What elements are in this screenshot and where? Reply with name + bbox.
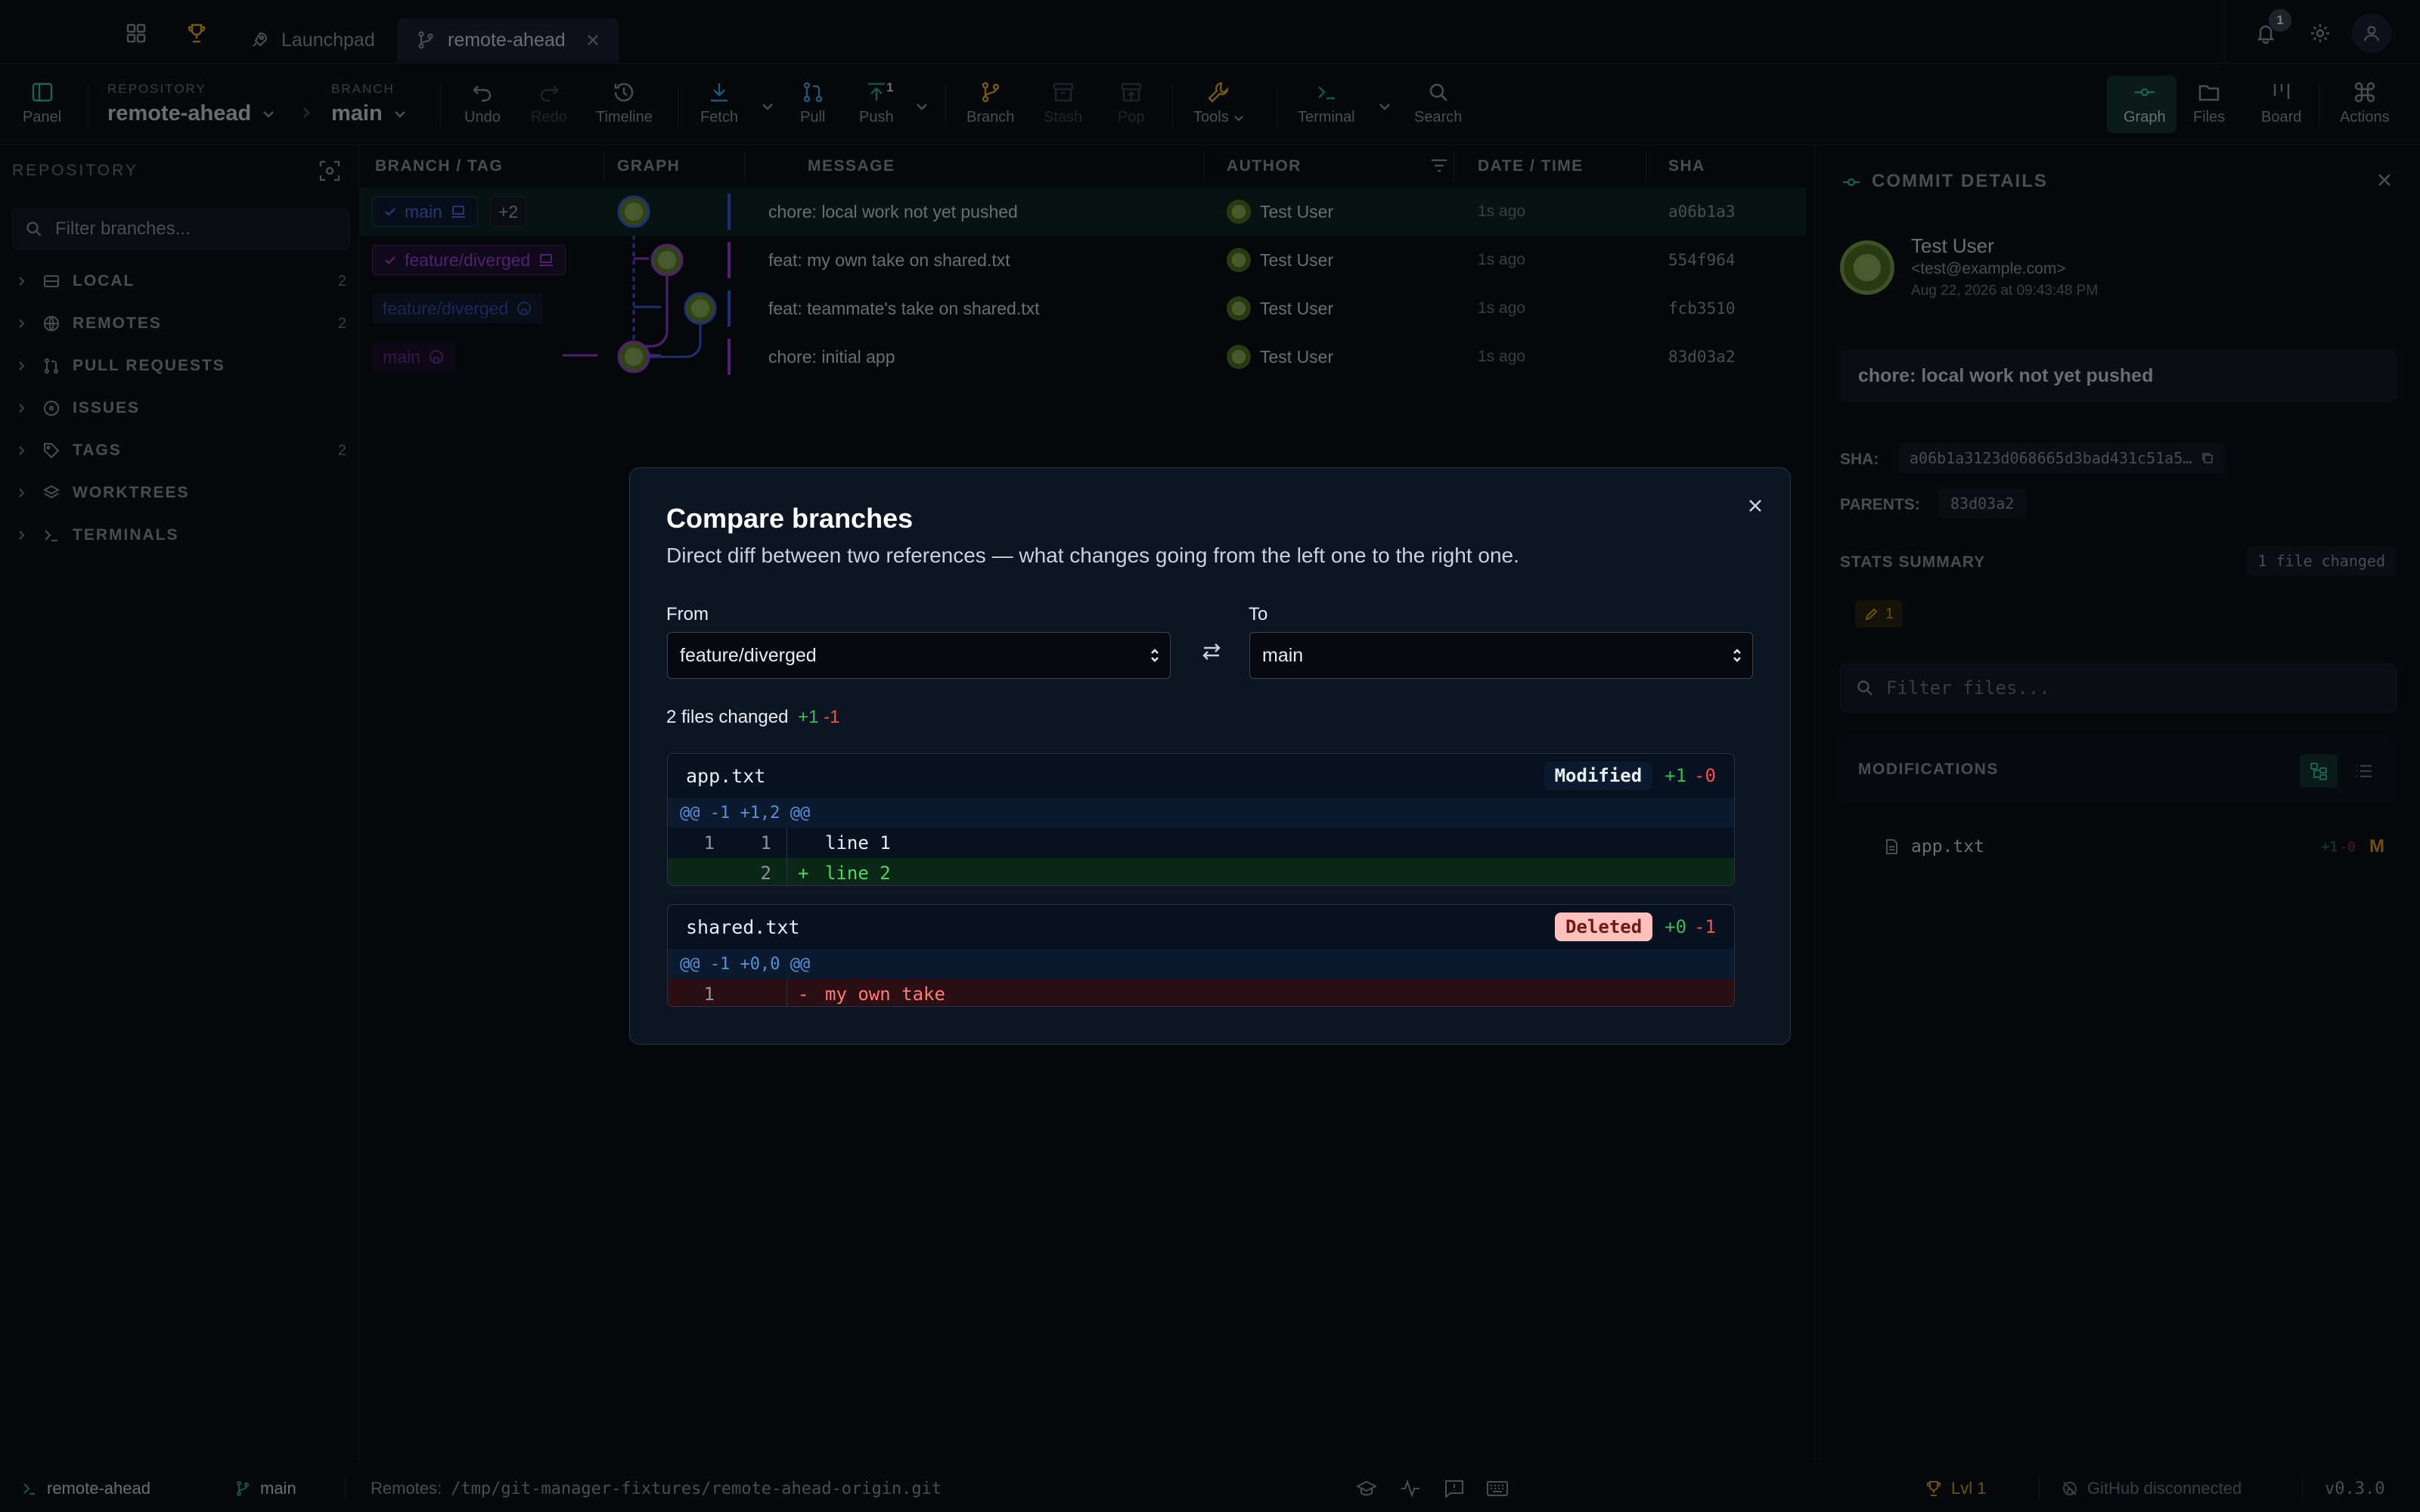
to-label: To xyxy=(1249,604,1268,624)
file-diff-shared-txt: shared.txt Deleted +0 -1 @@ -1 +0,0 @@ 1… xyxy=(667,904,1735,1007)
diff-deletions: -1 xyxy=(1694,916,1716,937)
diff-additions: +1 xyxy=(1665,765,1687,786)
diff-summary: 2 files changed +1 -1 xyxy=(666,707,840,728)
to-branch-value: main xyxy=(1262,644,1304,666)
new-line-number xyxy=(725,979,787,1006)
diff-line-context: 1 1 line 1 xyxy=(668,828,1734,858)
swap-icon[interactable] xyxy=(1200,640,1223,663)
diff-file-name: shared.txt xyxy=(686,916,800,938)
old-line-number: 1 xyxy=(703,984,715,1005)
diff-status-badge: Modified xyxy=(1544,761,1653,790)
file-diff-header[interactable]: shared.txt Deleted +0 -1 xyxy=(668,905,1734,949)
from-branch-select[interactable]: feature/diverged xyxy=(667,632,1171,679)
from-label: From xyxy=(666,604,709,624)
diff-line-text: line 1 xyxy=(825,832,891,854)
dialog-subtitle: Direct diff between two references — wha… xyxy=(666,544,1519,567)
diff-sign: + xyxy=(798,863,809,884)
new-line-number: 2 xyxy=(725,858,787,885)
hunk-header: @@ -1 +0,0 @@ xyxy=(668,949,1734,979)
diff-line-text: my own take xyxy=(825,984,945,1005)
diff-sign xyxy=(798,832,810,854)
from-branch-value: feature/diverged xyxy=(680,644,817,666)
dialog-title: Compare branches xyxy=(666,503,914,534)
diff-line-removed: 1 - my own take xyxy=(668,979,1734,1006)
select-arrows-icon xyxy=(1731,646,1743,665)
diff-sign: - xyxy=(798,984,809,1005)
old-line-number: 1 xyxy=(703,832,715,854)
close-dialog-icon[interactable] xyxy=(1745,495,1766,516)
to-branch-select[interactable]: main xyxy=(1249,632,1753,679)
summary-additions: +1 xyxy=(798,707,819,727)
hunk-header: @@ -1 +1,2 @@ xyxy=(668,798,1734,828)
diff-additions: +0 xyxy=(1665,916,1687,937)
select-arrows-icon xyxy=(1149,646,1161,665)
summary-deletions: -1 xyxy=(824,707,840,727)
summary-text: 2 files changed xyxy=(666,707,789,727)
diff-line-added: 2 + line 2 xyxy=(668,858,1734,885)
file-diff-header[interactable]: app.txt Modified +1 -0 xyxy=(668,754,1734,798)
file-diff-app-txt: app.txt Modified +1 -0 @@ -1 +1,2 @@ 1 1… xyxy=(667,753,1735,886)
new-line-number: 1 xyxy=(725,828,787,858)
diff-deletions: -0 xyxy=(1694,765,1716,786)
diff-file-name: app.txt xyxy=(686,764,766,787)
diff-line-text: line 2 xyxy=(825,863,891,884)
diff-status-badge: Deleted xyxy=(1555,912,1653,941)
